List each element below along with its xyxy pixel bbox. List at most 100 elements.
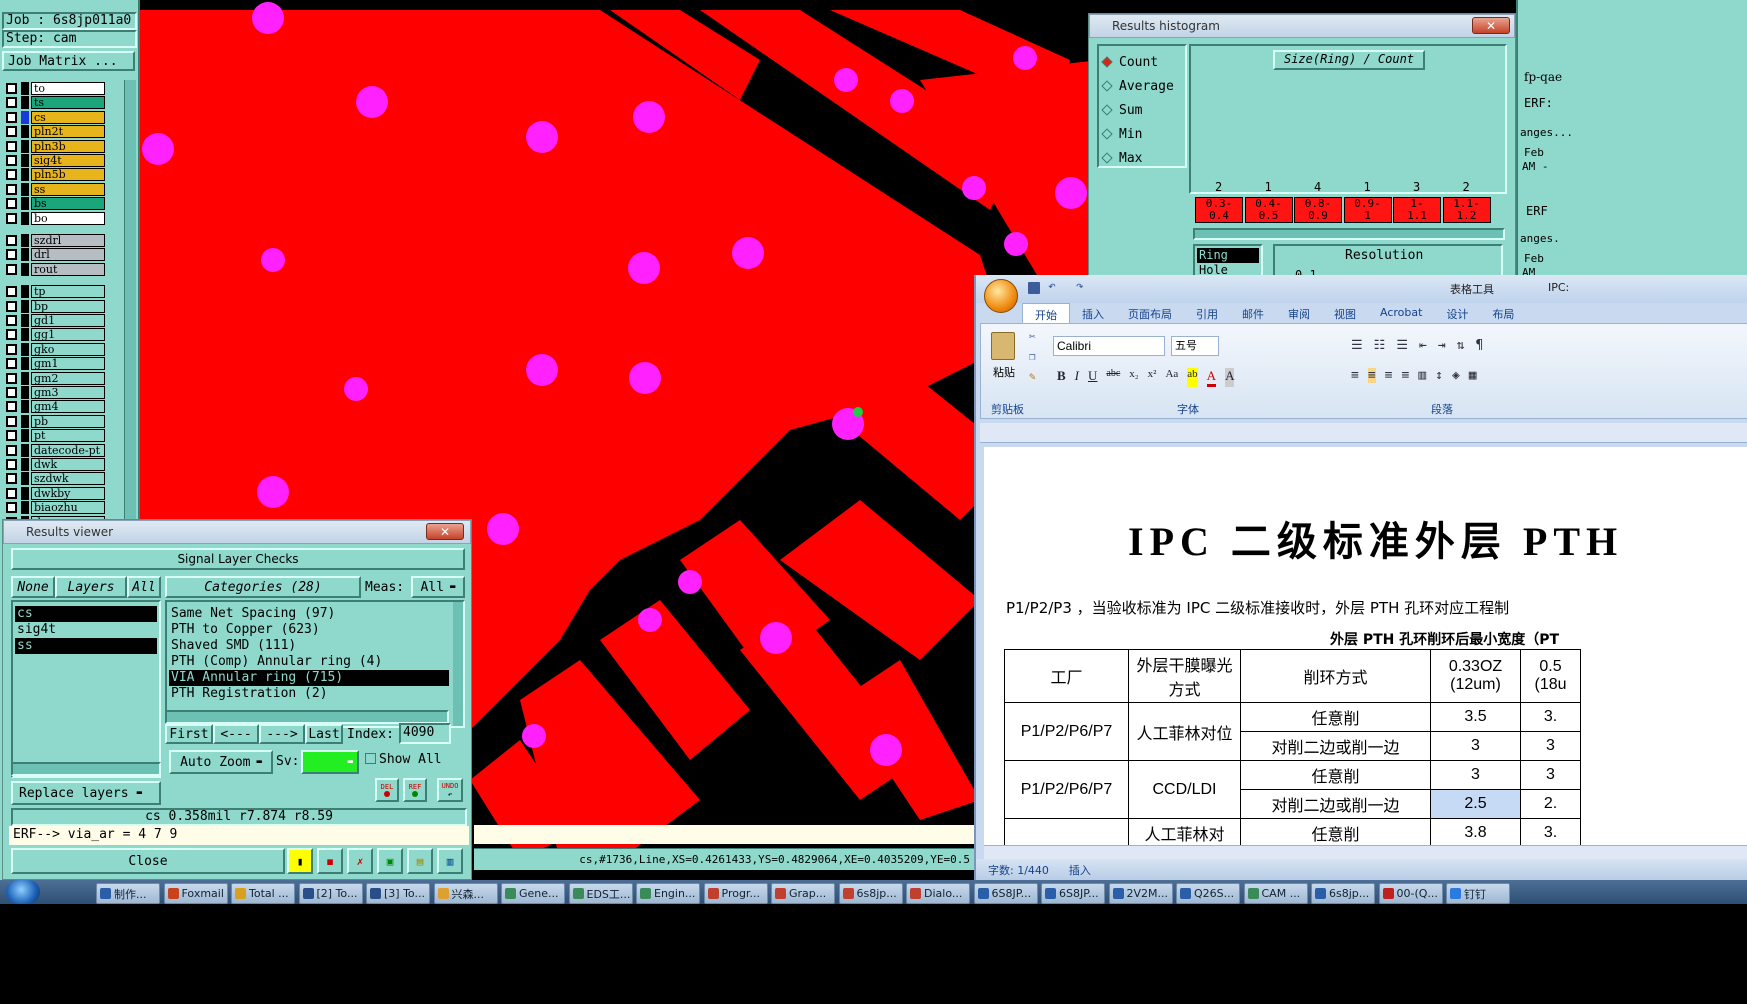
layer-row[interactable]: pb (6, 414, 105, 428)
step-icon[interactable]: ▣ (377, 848, 403, 874)
table-cell[interactable]: 3.8 (1430, 818, 1521, 847)
layer-checkbox[interactable] (6, 263, 17, 275)
taskbar-item[interactable]: Q26S... (1176, 883, 1240, 904)
layer-checkbox[interactable] (6, 473, 17, 485)
last-button[interactable]: Last (305, 724, 343, 744)
layer-name[interactable]: dwk (31, 458, 105, 471)
next-button[interactable]: ---> (259, 724, 305, 744)
layer-checkbox[interactable] (6, 459, 17, 470)
decrease-indent-icon[interactable]: ⇤ (1419, 338, 1427, 353)
histogram-hscroll[interactable] (1193, 228, 1505, 240)
report-icon[interactable]: ▤ (407, 848, 433, 874)
taskbar-item[interactable]: 钉钉 (1446, 883, 1510, 904)
table-cell[interactable]: 3. (1520, 818, 1581, 847)
layer-checkbox[interactable] (6, 111, 17, 123)
del-icon-button[interactable]: DEL (375, 778, 399, 802)
undo-icon[interactable]: ↶ (1048, 279, 1056, 294)
layer-name[interactable]: ts (31, 96, 105, 110)
category-item[interactable]: PTH to Copper (623) (169, 622, 449, 638)
layer-name[interactable]: dwkby (31, 486, 105, 500)
subscript-icon[interactable]: x₂ (1129, 368, 1138, 387)
layer-row[interactable]: szdrl (6, 234, 105, 247)
index-input[interactable]: 4090 (399, 723, 451, 744)
italic-icon[interactable]: I (1075, 368, 1079, 387)
ribbon-tab[interactable]: 视图 (1322, 303, 1368, 323)
layer-name[interactable]: drl (31, 248, 105, 262)
table-cell[interactable]: 3 (1430, 760, 1521, 790)
layer-name[interactable]: cs (31, 110, 105, 124)
underline-icon[interactable]: U (1088, 368, 1097, 387)
table-cell[interactable]: 3. (1520, 702, 1581, 732)
categories-list[interactable]: Same Net Spacing (97) PTH to Copper (623)… (165, 600, 465, 728)
paste-label[interactable]: 粘贴 (993, 364, 1015, 380)
layer-row[interactable]: ts (6, 96, 105, 110)
layer-checkbox[interactable] (6, 372, 17, 384)
table-cell[interactable]: 3.5 (1430, 702, 1521, 732)
taskbar-item[interactable]: [3] To... (366, 883, 430, 904)
table-cell[interactable]: CCD/LDI (1128, 760, 1241, 819)
layer-row[interactable]: cs (6, 110, 105, 124)
table-cell[interactable]: 2. (1520, 789, 1581, 819)
taskbar-item[interactable]: CAM ... (1243, 883, 1308, 904)
taskbar-item[interactable]: 6s8jp... (838, 883, 903, 904)
layer-name[interactable]: gm2 (31, 371, 105, 385)
layer-checkbox[interactable] (6, 169, 17, 181)
layer-checkbox[interactable] (6, 83, 17, 94)
category-item[interactable]: Shaved SMD (111) (169, 638, 449, 654)
layer-row[interactable]: gm2 (6, 371, 105, 385)
ribbon-tab[interactable]: 插入 (1070, 303, 1116, 323)
ref-icon-button[interactable]: REF (403, 778, 427, 802)
table-cell[interactable]: 任意削 (1240, 760, 1431, 790)
word-count[interactable]: 字数: 1/440 (988, 862, 1049, 878)
bullets-icon[interactable]: ☰ (1351, 338, 1363, 353)
layer-results-hscroll[interactable] (11, 762, 161, 776)
table-cell[interactable]: 3 (1520, 760, 1581, 790)
layer-checkbox[interactable] (6, 343, 17, 355)
change-case-icon[interactable]: Aa (1165, 368, 1178, 387)
layer-name[interactable]: pln5b (31, 168, 105, 182)
histogram-bin[interactable]: 0.8- 0.9 (1294, 197, 1342, 223)
layer-row[interactable]: pln5b (6, 168, 105, 182)
layer-results-list[interactable]: cs sig4t ss (11, 600, 161, 778)
borders-icon[interactable]: ▦ (1469, 368, 1477, 383)
zoom-red-icon[interactable]: ◼ (317, 848, 343, 874)
taskbar-item[interactable]: 兴森... (433, 883, 498, 904)
layer-checkbox[interactable] (6, 315, 17, 326)
layer-name[interactable]: tp (31, 285, 105, 299)
histogram-titlebar[interactable]: Results histogram ✕ (1089, 14, 1515, 38)
table-cell[interactable]: 3 (1430, 731, 1521, 761)
increase-indent-icon[interactable]: ⇥ (1438, 338, 1446, 353)
redo-icon[interactable]: ↷ (1076, 279, 1084, 294)
layer-checkbox[interactable] (6, 235, 17, 246)
taskbar-item[interactable]: [2] To... (298, 883, 363, 904)
histogram-option[interactable]: Count (1101, 50, 1181, 74)
layer-row[interactable]: dwk (6, 458, 105, 471)
layer-row[interactable]: bo (6, 211, 105, 225)
layer-name[interactable]: szdwk (31, 472, 105, 486)
word-titlebar[interactable]: ↶ ↷ 表格工具 IPC: (976, 275, 1747, 313)
font-size-select[interactable]: 五号 (1171, 336, 1219, 356)
table-cell[interactable]: 任意削 (1240, 702, 1431, 732)
taskbar-item[interactable]: Total ... (231, 883, 295, 904)
layer-row[interactable]: drl (6, 248, 105, 262)
layer-row[interactable]: bp (6, 299, 105, 313)
layer-row[interactable]: sig4t (6, 154, 105, 167)
layer-checkbox[interactable] (6, 430, 17, 442)
result-layer-item[interactable]: sig4t (15, 622, 157, 638)
taskbar-item[interactable]: Foxmail (163, 883, 228, 904)
layer-row[interactable]: gm4 (6, 400, 105, 414)
layer-checkbox[interactable] (6, 487, 17, 499)
layer-row[interactable]: bs (6, 197, 105, 211)
layer-row[interactable]: pln3b (6, 139, 105, 153)
ribbon-tab[interactable]: 审阅 (1276, 303, 1322, 323)
layer-name[interactable]: datecode-pt (31, 443, 105, 457)
layer-row[interactable]: biaozhu (6, 501, 105, 515)
category-item[interactable]: PTH Registration (2) (169, 686, 449, 702)
layer-checkbox[interactable] (6, 249, 17, 261)
histogram-icon[interactable]: ▥ (437, 848, 463, 874)
ribbon-tab[interactable]: 设计 (1434, 303, 1480, 323)
table-cell[interactable]: 对削二边或削一边 (1240, 731, 1431, 761)
layer-checkbox[interactable] (6, 286, 17, 298)
ribbon-tab[interactable]: 邮件 (1230, 303, 1276, 323)
taskbar-item[interactable]: 00-(Q... (1378, 883, 1443, 904)
